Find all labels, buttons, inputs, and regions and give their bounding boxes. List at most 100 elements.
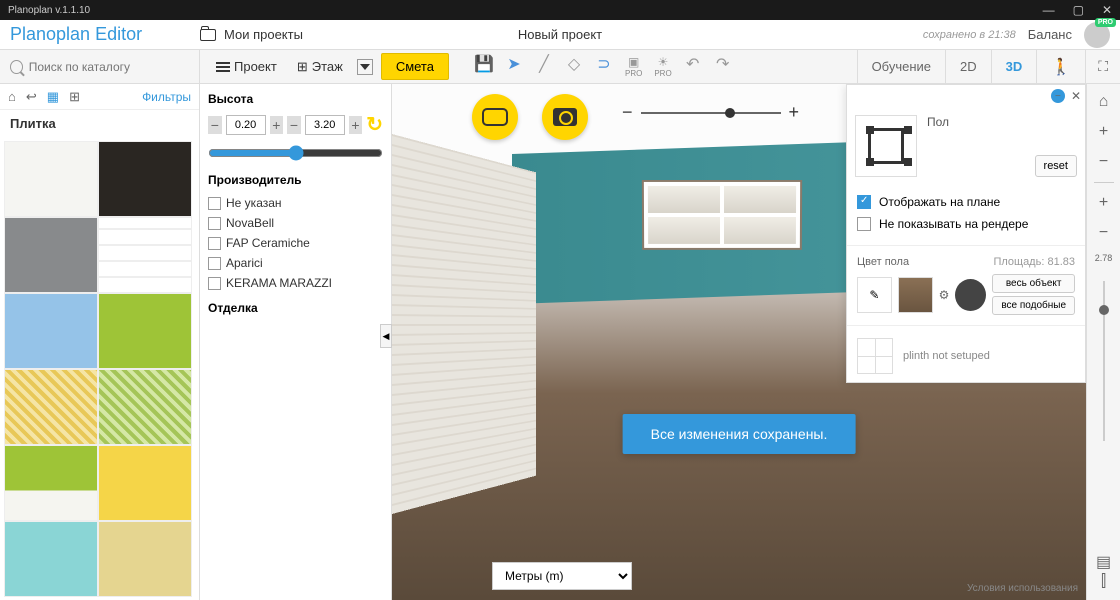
grid-large-icon[interactable]: ▦ [47, 89, 59, 105]
manufacturer-option[interactable]: Aparici [208, 253, 383, 273]
close-icon[interactable]: ✕ [1102, 3, 1112, 17]
show-on-plan-checkbox[interactable] [857, 195, 871, 209]
whole-object-button[interactable]: весь объект [992, 274, 1075, 293]
property-panel: − ✕ Пол reset Отображать на плане Не пок… [846, 84, 1086, 383]
rail-chart-icon[interactable]: ⫿ [1094, 572, 1114, 592]
training-link[interactable]: Обучение [857, 50, 945, 83]
rail-layers-icon[interactable]: ▤ [1094, 552, 1114, 572]
panel-minimize-icon[interactable]: − [1051, 89, 1065, 103]
eraser-icon[interactable]: ◇ [565, 55, 583, 73]
tile-item[interactable] [98, 141, 192, 217]
tile-item[interactable] [98, 445, 192, 521]
walk-mode[interactable]: 🚶 [1036, 50, 1085, 83]
plinth-status: plinth not setuped [903, 350, 990, 362]
texture-swatch[interactable] [898, 277, 933, 313]
view-3d[interactable]: 3D [991, 50, 1037, 83]
balance-link[interactable]: Баланс [1028, 27, 1072, 42]
tile-item[interactable] [4, 141, 98, 217]
light-pro-icon[interactable]: ☀PRO [654, 55, 671, 78]
floor-dropdown[interactable] [357, 59, 373, 75]
rail-minus-icon[interactable]: − [1094, 223, 1114, 243]
window-title: Planoplan v.1.1.10 [8, 5, 90, 16]
all-similar-button[interactable]: все подобные [992, 296, 1075, 315]
project-title: Новый проект [518, 27, 602, 42]
height-min-input[interactable] [226, 115, 266, 135]
camera-pro-icon[interactable]: ▣PRO [625, 55, 642, 78]
floor-menu[interactable]: ⊞ Этаж [291, 55, 349, 79]
shape-preview [855, 115, 917, 177]
viewport-3d[interactable]: − + Все изменения сохранены. Метры (m) У… [392, 84, 1086, 600]
tile-item[interactable] [98, 521, 192, 597]
filters-link[interactable]: Фильтры [142, 90, 191, 104]
back-icon[interactable]: ↩ [26, 89, 37, 105]
rail-zoom-out-icon[interactable]: − [1094, 152, 1114, 172]
tile-item[interactable] [4, 293, 98, 369]
view-2d[interactable]: 2D [945, 50, 991, 83]
edit-texture-icon[interactable]: ✎ [857, 277, 892, 313]
height-slider[interactable] [208, 145, 383, 161]
folder-icon[interactable] [200, 29, 216, 41]
grid-small-icon[interactable]: ⊞ [69, 89, 80, 105]
reset-button[interactable]: reset [1035, 155, 1077, 177]
screenshot-button[interactable] [542, 94, 588, 140]
maximize-icon[interactable]: ▢ [1073, 3, 1084, 17]
save-icon[interactable]: 💾 [475, 55, 493, 73]
tile-item[interactable] [4, 521, 98, 597]
tile-item[interactable] [98, 293, 192, 369]
floor-color-label: Цвет пола [857, 256, 909, 268]
app-logo: Planoplan Editor [10, 24, 200, 45]
pro-badge: PRO [1095, 18, 1116, 27]
units-select[interactable]: Метры (m) [492, 562, 632, 590]
manufacturer-option[interactable]: FAP Ceramiche [208, 233, 383, 253]
catalog-category: Плитка [0, 110, 199, 137]
minimize-icon[interactable]: — [1043, 3, 1055, 17]
area-value: Площадь: 81.83 [993, 256, 1075, 268]
object-name: Пол [927, 115, 949, 129]
tile-item[interactable] [4, 445, 98, 521]
redo-icon[interactable]: ↷ [714, 55, 732, 73]
height-max-minus[interactable]: − [287, 116, 301, 134]
search-input[interactable] [29, 60, 189, 74]
zoom-out-icon[interactable]: − [622, 102, 633, 123]
tile-item[interactable] [4, 369, 98, 445]
reload-icon[interactable]: ↻ [366, 112, 383, 137]
undo-icon[interactable]: ↶ [684, 55, 702, 73]
collapse-panel-icon[interactable]: ◀ [380, 324, 392, 348]
rail-zoom-in-icon[interactable]: + [1094, 122, 1114, 142]
height-label: Высота [208, 92, 383, 106]
zoom-in-icon[interactable]: + [789, 102, 800, 123]
panel-close-icon[interactable]: ✕ [1071, 89, 1081, 103]
manufacturer-option[interactable]: KERAMA MARAZZI [208, 273, 383, 293]
tile-item[interactable] [98, 369, 192, 445]
rail-slider[interactable] [1103, 281, 1105, 441]
vr-button[interactable] [472, 94, 518, 140]
manufacturer-option[interactable]: NovaBell [208, 213, 383, 233]
finish-label: Отделка [208, 301, 383, 315]
height-min-minus[interactable]: − [208, 116, 222, 134]
tile-item[interactable] [4, 217, 98, 293]
color-swatch[interactable] [955, 279, 986, 311]
tile-item[interactable] [98, 217, 192, 293]
height-max-plus[interactable]: + [349, 116, 363, 134]
line-icon[interactable]: ╱ [535, 55, 553, 73]
plinth-swatch[interactable] [857, 338, 893, 374]
my-projects-link[interactable]: Мои проекты [224, 27, 303, 42]
zoom-slider[interactable] [641, 112, 781, 114]
height-max-input[interactable] [305, 115, 345, 135]
rail-plus-icon[interactable]: + [1094, 193, 1114, 213]
texture-settings-icon[interactable]: ⚙ [939, 288, 950, 302]
hide-on-render-checkbox[interactable] [857, 217, 871, 231]
project-menu[interactable]: Проект [210, 55, 283, 78]
estimate-button[interactable]: Смета [381, 53, 449, 80]
save-toast: Все изменения сохранены. [623, 414, 856, 454]
fullscreen-icon[interactable]: ⛶ [1086, 58, 1120, 75]
height-min-plus[interactable]: + [270, 116, 284, 134]
pointer-icon[interactable]: ➤ [505, 55, 523, 73]
rail-home-icon[interactable]: ⌂ [1094, 92, 1114, 112]
terms-link[interactable]: Условия использования [967, 583, 1078, 594]
home-icon[interactable]: ⌂ [8, 89, 16, 104]
search-icon [10, 60, 23, 74]
avatar[interactable]: PRO [1084, 22, 1110, 48]
magnet-icon[interactable]: ⊃ [595, 55, 613, 73]
manufacturer-option[interactable]: Не указан [208, 193, 383, 213]
